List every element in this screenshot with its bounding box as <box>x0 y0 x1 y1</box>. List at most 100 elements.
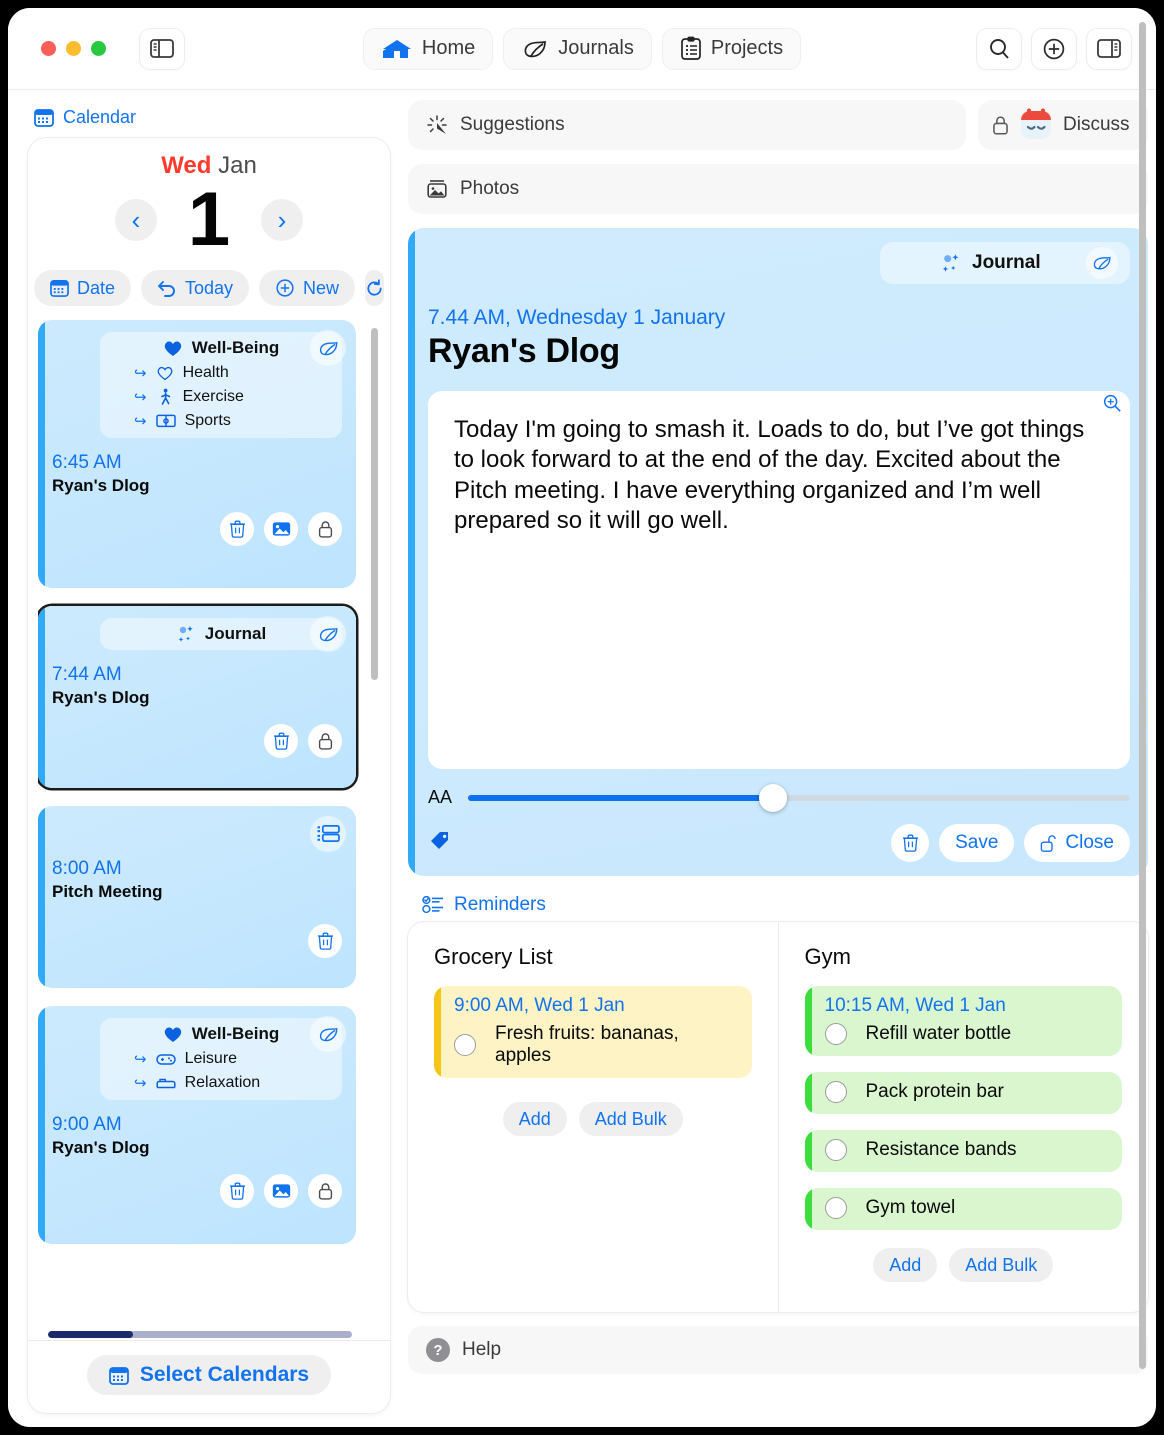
select-calendars-button[interactable]: Select Calendars <box>86 1355 332 1395</box>
delete-event-button[interactable] <box>264 724 298 758</box>
arrow-icon: ↪ <box>134 1075 147 1092</box>
event-category-group: Well-Being ↪ Health ↪ Exercise ↪ Sports <box>100 332 342 438</box>
delete-event-button[interactable] <box>220 1174 254 1208</box>
calendar-icon <box>34 108 54 127</box>
trash-icon <box>902 834 918 852</box>
calendar-sidebar: Calendar Wed Jan ‹ 1 › Date Today New We… <box>8 90 404 1427</box>
lock-button[interactable] <box>308 1174 342 1208</box>
tab-journals[interactable]: Journals <box>504 28 651 69</box>
inspector-toggle-button[interactable] <box>1087 28 1131 69</box>
journal-body-text[interactable]: Today I'm going to smash it. Loads to do… <box>428 391 1130 769</box>
event-card[interactable]: 8:00 AM Pitch Meeting <box>38 806 356 988</box>
event-category-group: Well-Being ↪ Leisure ↪ Relaxation <box>100 1018 342 1100</box>
journal-editor-card: Journal 7.44 AM, Wednesday 1 January Rya… <box>408 228 1148 876</box>
trash-icon <box>229 520 245 538</box>
previous-day-button[interactable]: ‹ <box>115 199 157 241</box>
sidebar-horizontal-scrollbar[interactable] <box>48 1331 352 1338</box>
save-button-label: Save <box>955 832 999 853</box>
sidebar-vertical-scrollbar[interactable] <box>371 328 378 680</box>
reminder-checkbox[interactable] <box>454 1034 476 1056</box>
event-journal-badge[interactable] <box>310 616 346 652</box>
main-vertical-scrollbar[interactable] <box>1139 22 1146 1369</box>
zoom-in-button[interactable] <box>1102 393 1122 418</box>
add-bulk-reminder-button[interactable]: Add Bulk <box>578 1102 683 1136</box>
sidebar-toggle-button[interactable] <box>140 28 184 69</box>
reminder-item[interactable]: Gym towel <box>804 1188 1122 1230</box>
suggestions-bar[interactable]: Suggestions <box>408 100 966 150</box>
reminder-checkbox[interactable] <box>824 1139 847 1161</box>
reminder-item[interactable]: Pack protein bar <box>804 1072 1122 1114</box>
reminder-checkbox[interactable] <box>824 1023 847 1045</box>
help-label: Help <box>462 1339 502 1360</box>
sidebar-left-icon <box>150 39 174 58</box>
reminder-line: Refill water bottle <box>824 1023 1109 1045</box>
date-button[interactable]: Date <box>33 270 131 306</box>
event-actions <box>52 924 342 958</box>
reminder-checkbox[interactable] <box>824 1081 847 1103</box>
event-subcategory-label: Relaxation <box>184 1074 261 1091</box>
event-card[interactable]: Journal 7:44 AM Ryan's Dlog <box>38 606 356 788</box>
today-button[interactable]: Today <box>140 270 250 306</box>
lock-button[interactable] <box>308 512 342 546</box>
reminders-card: Grocery List 9:00 AM, Wed 1 Jan Fresh fr… <box>408 922 1148 1312</box>
add-button[interactable] <box>1032 28 1076 69</box>
close-window-button[interactable] <box>41 41 56 56</box>
new-button[interactable]: New <box>259 270 356 306</box>
event-category-label: Journal <box>204 624 267 643</box>
next-day-button[interactable]: › <box>261 199 303 241</box>
event-card[interactable]: Well-Being ↪ Health ↪ Exercise ↪ Sports … <box>38 320 356 588</box>
lock-button[interactable] <box>308 724 342 758</box>
delete-event-button[interactable] <box>308 924 342 958</box>
add-bulk-button-label: Add Bulk <box>965 1254 1038 1275</box>
reminder-item[interactable]: 10:15 AM, Wed 1 Jan Refill water bottle <box>804 986 1122 1056</box>
event-journal-badge[interactable] <box>310 330 346 366</box>
add-button-label: Add <box>518 1108 551 1129</box>
reminder-line: Fresh fruits: bananas, apples <box>454 1023 738 1067</box>
reminder-time: 9:00 AM, Wed 1 Jan <box>454 995 625 1016</box>
journal-tag[interactable]: Journal <box>880 242 1130 284</box>
checklist-icon <box>422 895 443 914</box>
calendar-face-avatar <box>1019 108 1053 142</box>
photos-bar[interactable]: Photos <box>408 164 1148 214</box>
help-bar[interactable]: ? Help <box>408 1326 1148 1374</box>
tab-projects-label: Projects <box>710 37 784 59</box>
add-reminder-button[interactable]: Add <box>502 1102 567 1136</box>
bed-icon <box>156 1078 176 1089</box>
event-subcategory-label: Health <box>182 364 229 381</box>
add-reminder-button[interactable]: Add <box>873 1248 938 1282</box>
save-button[interactable]: Save <box>939 824 1015 862</box>
reminder-item[interactable]: Resistance bands <box>804 1130 1122 1172</box>
reminder-text: Resistance bands <box>865 1139 1017 1160</box>
close-button[interactable]: Close <box>1024 824 1130 862</box>
reminder-list-grocery: Grocery List 9:00 AM, Wed 1 Jan Fresh fr… <box>408 922 778 1312</box>
delete-event-button[interactable] <box>220 512 254 546</box>
slider-knob[interactable] <box>758 783 787 812</box>
event-subcategory: ↪ Leisure <box>108 1050 334 1068</box>
photo-button[interactable] <box>264 1174 298 1208</box>
reminder-time: 10:15 AM, Wed 1 Jan <box>824 995 1006 1016</box>
journal-title: Ryan's Dlog <box>428 332 620 370</box>
reminder-item[interactable]: 9:00 AM, Wed 1 Jan Fresh fruits: bananas… <box>434 986 752 1078</box>
event-list-badge[interactable] <box>310 816 346 852</box>
add-bulk-reminder-button[interactable]: Add Bulk <box>949 1248 1054 1282</box>
tab-projects[interactable]: Projects <box>662 28 801 69</box>
discuss-button[interactable]: Discuss <box>978 100 1148 150</box>
search-button[interactable] <box>977 28 1021 69</box>
font-size-slider[interactable] <box>468 783 1130 812</box>
journal-leaf-button[interactable] <box>1086 247 1118 279</box>
tag-icon <box>431 831 448 849</box>
refresh-button[interactable] <box>365 270 385 306</box>
delete-journal-button[interactable] <box>891 824 930 862</box>
event-card[interactable]: Well-Being ↪ Leisure ↪ Relaxation 9:00 A… <box>38 1006 356 1244</box>
tag-button[interactable] <box>428 829 452 858</box>
photo-button[interactable] <box>264 512 298 546</box>
event-spacer <box>52 818 342 844</box>
maximize-window-button[interactable] <box>91 41 106 56</box>
sparkles-icon <box>178 626 193 642</box>
events-list[interactable]: Well-Being ↪ Health ↪ Exercise ↪ Sports … <box>38 320 382 1340</box>
calendar-icon <box>50 280 69 297</box>
reminder-checkbox[interactable] <box>824 1197 847 1219</box>
tab-home[interactable]: Home <box>363 28 493 69</box>
minimize-window-button[interactable] <box>66 41 81 56</box>
event-journal-badge[interactable] <box>310 1016 346 1052</box>
